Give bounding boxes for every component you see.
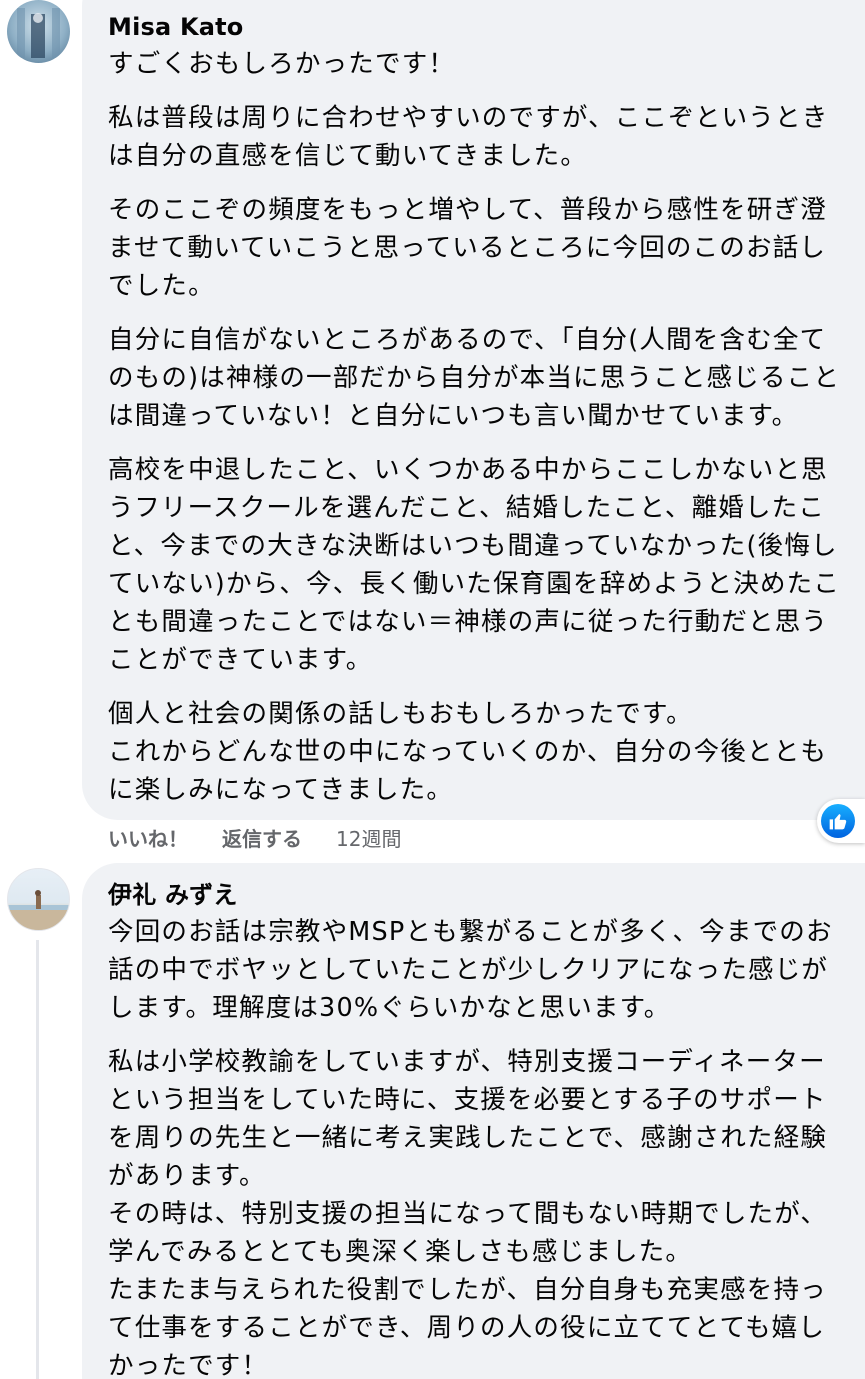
comment-text-line: たまたま与えられた役割でしたが、自分自身も充実感を持っ bbox=[108, 1275, 827, 1305]
comment-text-line: という担当をしていた時に、支援を必要とする子のサポート bbox=[108, 1085, 827, 1115]
comment-text-line: があります。 bbox=[108, 1161, 266, 1191]
comment-text-line: 学んでみるととても奥深く楽しさも感じました。 bbox=[108, 1237, 693, 1267]
comment-text-line: すごくおもしろかったです！ bbox=[108, 49, 456, 79]
comment-timestamp[interactable]: 12週間 bbox=[336, 823, 401, 852]
reaction-summary[interactable] bbox=[817, 799, 865, 843]
comment-text-line: に楽しみになってきました。 bbox=[108, 775, 454, 805]
comment-text-line: 個人と社会の関係の話しもおもしろかったです。 bbox=[108, 699, 693, 729]
comment-paragraph: 自分に自信がないところがあるので、「自分(人間を含む全て のもの)は神様の一部だか… bbox=[108, 321, 865, 435]
comment-paragraph: 私は小学校教諭をしていますが、特別支援コーディネーター という担当をしていた時に、… bbox=[108, 1043, 865, 1379]
comment-text-line: します。理解度は30%ぐらいかなと思います。 bbox=[108, 993, 671, 1023]
comment-author[interactable]: 伊礼 みずえ bbox=[108, 877, 865, 913]
comment-bubble: Misa Kato すごくおもしろかったです！ 私は普段は周りに合わせやすいのです… bbox=[82, 0, 865, 820]
comment-text-line: その時は、特別支援の担当になって間もない時期でしたが、 bbox=[108, 1199, 828, 1229]
avatar-photo bbox=[17, 8, 60, 58]
comment-paragraph: 今回のお話は宗教やMSPとも繋がることが多く、今までのお 話の中でボヤッとしていた… bbox=[108, 913, 865, 1027]
comment-text-line: ていない)から、今、長く働いた保育園を辞めようと決めたこ bbox=[108, 569, 841, 599]
comment-text-line: て仕事をすることができ、周りの人の役に立ててとても嬉し bbox=[108, 1313, 826, 1343]
avatar[interactable] bbox=[7, 0, 70, 63]
avatar[interactable] bbox=[7, 868, 70, 931]
comment-text-line: 今回のお話は宗教やMSPとも繋がることが多く、今までのお bbox=[108, 917, 833, 947]
comment-text-line: 私は普段は周りに合わせやすいのですが、ここぞというとき bbox=[108, 103, 829, 133]
comment-text-line: かったです！ bbox=[108, 1351, 269, 1379]
comment-text-line: 私は小学校教諭をしていますが、特別支援コーディネーター bbox=[108, 1047, 826, 1077]
comment-body: 今回のお話は宗教やMSPとも繋がることが多く、今までのお 話の中でボヤッとしていた… bbox=[108, 913, 865, 1379]
comment-paragraph: 私は普段は周りに合わせやすいのですが、ここぞというとき は自分の直感を信じて動いて… bbox=[108, 99, 865, 175]
comment-text-line: 高校を中退したこと、いくつかある中からここしかないと思 bbox=[108, 455, 828, 485]
comment-text-line: そのここぞの頻度をもっと増やして、普段から感性を研ぎ澄 bbox=[108, 195, 827, 225]
reply-button[interactable]: 返信する bbox=[222, 823, 302, 852]
like-icon bbox=[821, 804, 855, 838]
comment-text-line: のもの)は神様の一部だから自分が本当に思うこと感じること bbox=[108, 363, 841, 393]
comment-text-line: とも間違ったことではない＝神様の声に従った行動だと思う bbox=[108, 607, 829, 637]
comment-text-line: でした。 bbox=[108, 271, 215, 301]
comment-text-line: 自分に自信がないところがあるので、「自分(人間を含む全て bbox=[108, 325, 827, 355]
avatar-photo bbox=[8, 890, 69, 930]
comment-text-line: うフリースクールを選んだこと、結婚したこと、離婚したこ bbox=[108, 493, 826, 523]
comment-text-line: ませて動いていこうと思っているところに今回のこのお話し bbox=[108, 233, 827, 263]
comment-bubble: 伊礼 みずえ 今回のお話は宗教やMSPとも繋がることが多く、今までのお 話の中でボ… bbox=[82, 863, 865, 1379]
comment-body: すごくおもしろかったです！ 私は普段は周りに合わせやすいのですが、ここぞというとき… bbox=[108, 45, 865, 809]
comment-text-line: これからどんな世の中になっていくのか、自分の今後ととも bbox=[108, 737, 828, 767]
thread-line bbox=[36, 940, 39, 1379]
comment-paragraph: すごくおもしろかったです！ bbox=[108, 45, 865, 83]
comment-author[interactable]: Misa Kato bbox=[108, 9, 865, 45]
comment-text-line: は自分の直感を信じて動いてきました。 bbox=[108, 141, 588, 171]
comment-text-line: と、今までの大きな決断はいつも間違っていなかった(後悔し bbox=[108, 531, 838, 561]
comment-text-line: は間違っていない！と自分にいつも言い聞かせています。 bbox=[108, 401, 799, 431]
like-button[interactable]: いいね！ bbox=[108, 823, 188, 852]
comment-paragraph: そのここぞの頻度をもっと増やして、普段から感性を研ぎ澄 ませて動いていこうと思って… bbox=[108, 191, 865, 305]
comment-text-line: 話の中でボヤッとしていたことが少しクリアになった感じが bbox=[108, 955, 829, 985]
comment-actions: いいね！ 返信する 12週間 bbox=[108, 820, 401, 854]
comment-paragraph: 個人と社会の関係の話しもおもしろかったです。これからどんな世の中になっていくのか… bbox=[108, 695, 865, 809]
comment-paragraph: 高校を中退したこと、いくつかある中からここしかないと思 うフリースクールを選んだこ… bbox=[108, 451, 865, 679]
comment-text-line: を周りの先生と一緒に考え実践したことで、感謝された経験 bbox=[108, 1123, 828, 1153]
comment-text-line: ことができています。 bbox=[108, 645, 373, 675]
